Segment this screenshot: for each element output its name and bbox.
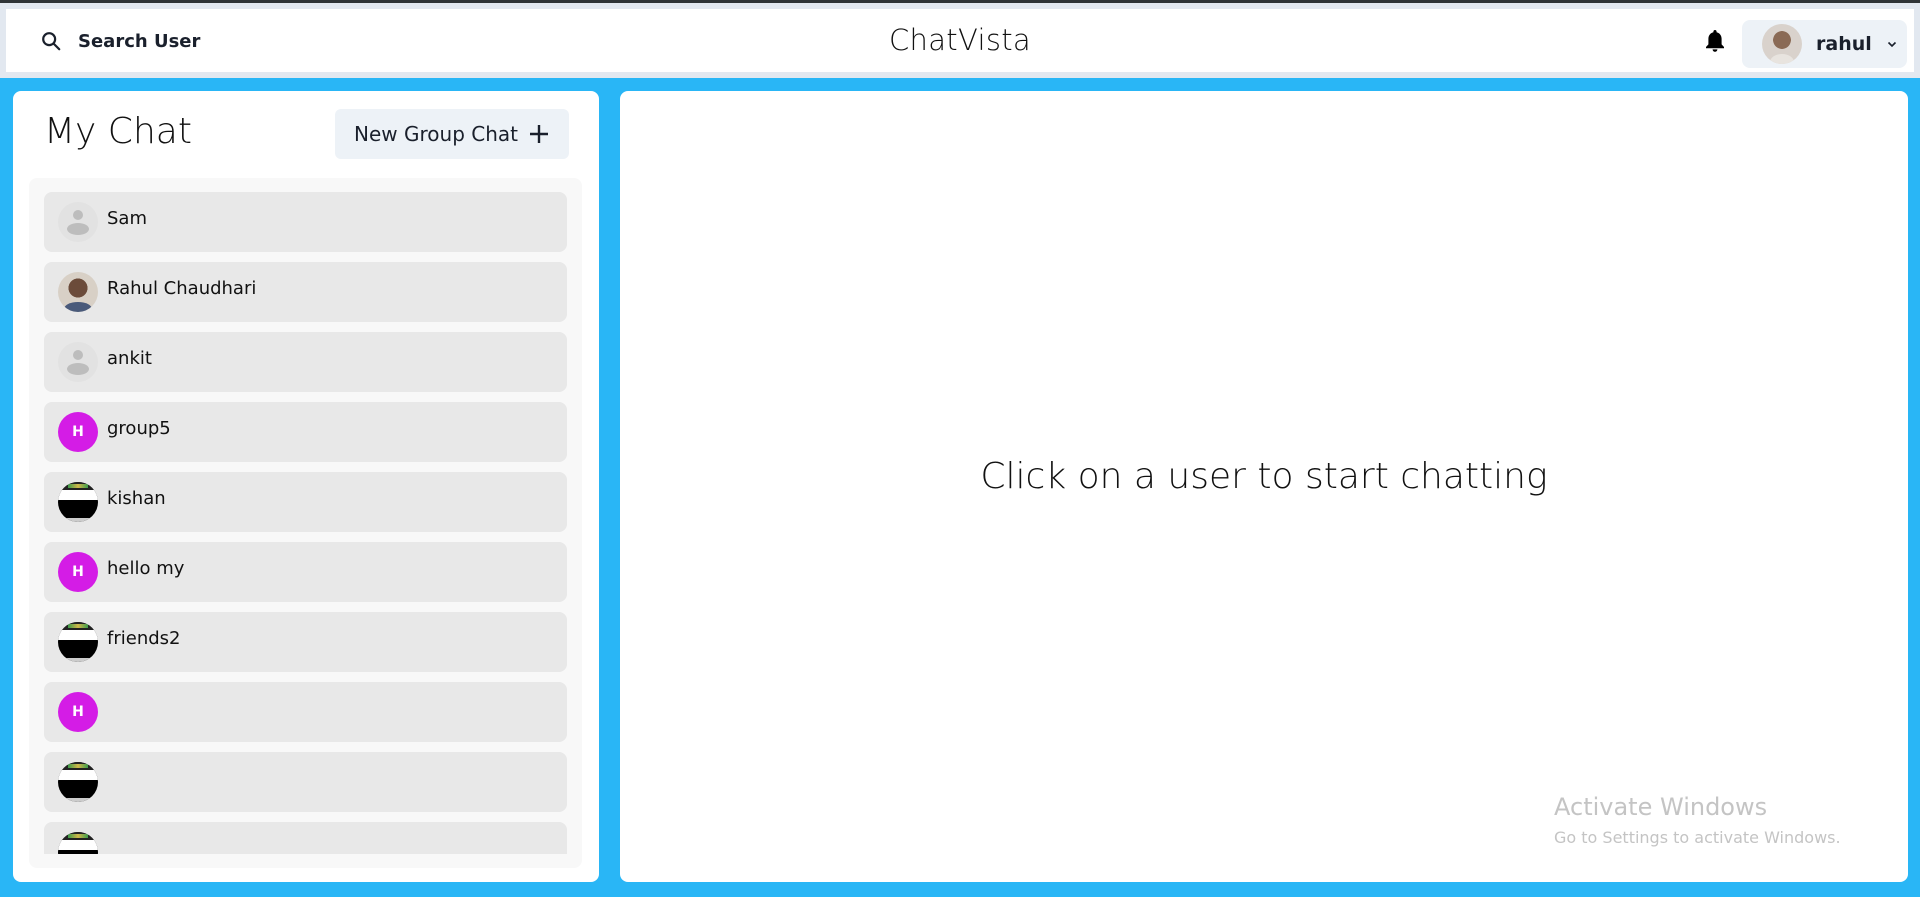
chat-name: ankit: [107, 347, 152, 369]
chat-name: Sam: [107, 207, 147, 229]
chat-name: Rahul Chaudhari: [107, 277, 257, 299]
bell-icon[interactable]: [1703, 28, 1727, 54]
image-avatar: [58, 832, 98, 854]
avatar-letter: H: [72, 564, 84, 580]
chat-list-item[interactable]: [44, 822, 567, 854]
empty-chat-message: Click on a user to start chatting: [980, 456, 1548, 497]
chat-name: friends2: [107, 627, 181, 649]
profile-menu-button[interactable]: rahul: [1742, 20, 1907, 68]
search-user-button[interactable]: Search User: [28, 21, 212, 61]
chat-list-item[interactable]: H: [44, 682, 567, 742]
activate-windows-subtitle: Go to Settings to activate Windows.: [1554, 828, 1841, 847]
image-avatar: [58, 622, 98, 662]
user-avatar: [1762, 24, 1802, 64]
image-avatar: [58, 762, 98, 802]
chat-list-item[interactable]: ankit: [44, 332, 567, 392]
header-bar: Search User ChatVista rahul: [6, 9, 1914, 72]
activate-windows-title: Activate Windows: [1554, 793, 1768, 821]
chat-list-item[interactable]: Hhello my: [44, 542, 567, 602]
avatar-letter: H: [72, 424, 84, 440]
chat-list-item[interactable]: Rahul Chaudhari: [44, 262, 567, 322]
search-icon: [42, 32, 61, 51]
avatar-letter: H: [72, 704, 84, 720]
chat-name: kishan: [107, 487, 166, 509]
app-brand-title: ChatVista: [889, 23, 1031, 57]
my-chats-panel: My Chat New Group Chat Sam Rahul Chaudhar…: [13, 91, 599, 882]
plus-icon: [529, 125, 548, 143]
app-header: Search User ChatVista rahul: [0, 3, 1920, 78]
chat-list-item[interactable]: Sam: [44, 192, 567, 252]
default-avatar-icon: [58, 342, 98, 382]
image-avatar: [58, 482, 98, 522]
chat-name: hello my: [107, 557, 185, 579]
chat-list-item[interactable]: friends2: [44, 612, 567, 672]
chat-list-item[interactable]: Hgroup5: [44, 402, 567, 462]
user-avatar: [58, 272, 98, 312]
my-chats-title: My Chat: [44, 111, 192, 152]
profile-name: rahul: [1816, 33, 1872, 55]
new-group-chat-label: New Group Chat: [354, 122, 518, 146]
chevron-down-icon: [1887, 41, 1896, 48]
letter-avatar: H: [58, 412, 98, 452]
chat-list[interactable]: Sam Rahul Chaudhari ankit Hgroup5 kishan Hhel…: [44, 192, 567, 854]
chat-list-item[interactable]: kishan: [44, 472, 567, 532]
letter-avatar: H: [58, 692, 98, 732]
default-avatar-icon: [58, 202, 98, 242]
chat-name: group5: [107, 417, 171, 439]
new-group-chat-button[interactable]: New Group Chat: [335, 109, 569, 159]
chat-list-item[interactable]: [44, 752, 567, 812]
chat-list-container: Sam Rahul Chaudhari ankit Hgroup5 kishan Hhel…: [29, 178, 582, 868]
letter-avatar: H: [58, 552, 98, 592]
chat-window-panel: Click on a user to start chatting Activa…: [620, 91, 1908, 882]
search-user-label: Search User: [78, 30, 201, 52]
